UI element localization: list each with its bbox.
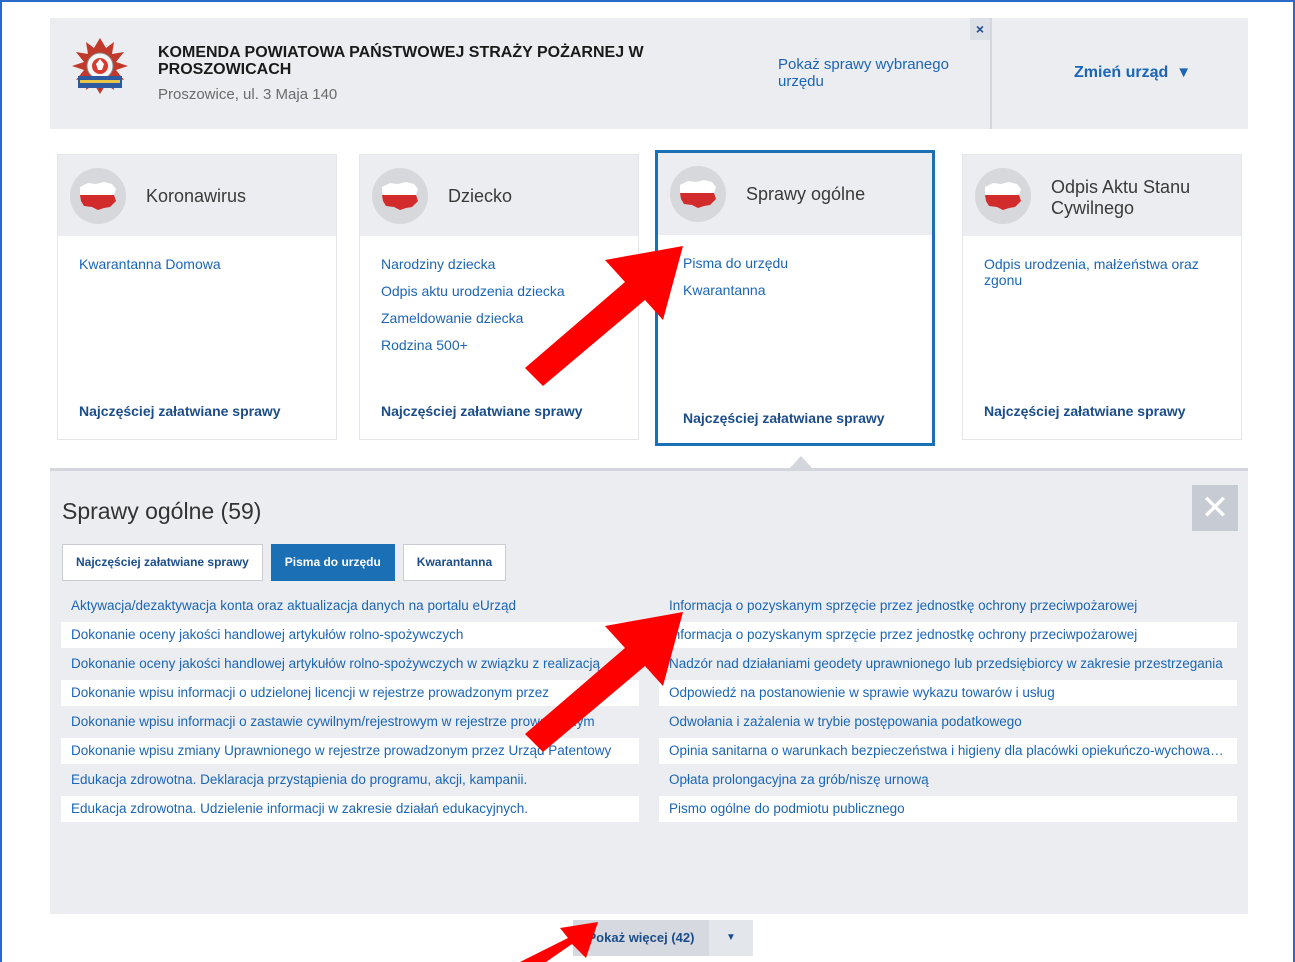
category-card-koronawirus[interactable]: Koronawirus Kwarantanna Domowa Najczęści… bbox=[57, 154, 337, 440]
card-header: Odpis Aktu Stanu Cywilnego bbox=[963, 155, 1241, 236]
card-footer-link[interactable]: Najczęściej załatwiane sprawy bbox=[683, 410, 885, 426]
annotation-arrow-1 bbox=[525, 246, 683, 386]
card-link[interactable]: Odpis urodzenia, małżeństwa oraz zgonu bbox=[984, 256, 1224, 288]
close-office-button[interactable]: × bbox=[970, 18, 990, 40]
card-link[interactable]: Kwarantanna Domowa bbox=[79, 256, 319, 272]
filter-tabs: Najczęściej załatwiane sprawy Pisma do u… bbox=[62, 544, 507, 581]
poland-map-icon bbox=[372, 168, 428, 224]
poland-map-icon bbox=[670, 166, 726, 222]
list-item[interactable]: Nadzór nad działaniami geodety uprawnion… bbox=[659, 651, 1237, 677]
list-item[interactable]: Odpowiedź na postanowienie w sprawie wyk… bbox=[659, 680, 1237, 706]
list-item[interactable]: Edukacja zdrowotna. Udzielenie informacj… bbox=[61, 796, 639, 822]
list-item[interactable]: Informacja o pozyskanym sprzęcie przez j… bbox=[659, 593, 1237, 619]
triangle-down-icon: ▼ bbox=[1176, 64, 1192, 81]
list-item[interactable]: Opłata prolongacyjna za grób/niszę urnow… bbox=[659, 767, 1237, 793]
list-item[interactable]: Edukacja zdrowotna. Deklaracja przystąpi… bbox=[61, 767, 639, 793]
card-header: Dziecko bbox=[360, 155, 638, 236]
tab-najczesciej[interactable]: Najczęściej załatwiane sprawy bbox=[62, 544, 263, 581]
show-office-cases-link[interactable]: Pokaż sprawy wybranego urzędu bbox=[778, 56, 978, 90]
card-title: Koronawirus bbox=[146, 186, 247, 206]
card-title: Odpis Aktu Stanu Cywilnego bbox=[1051, 177, 1191, 218]
office-header: KOMENDA POWIATOWA PAŃSTWOWEJ STRAŻY POŻA… bbox=[50, 18, 1248, 129]
card-footer-link[interactable]: Najczęściej załatwiane sprawy bbox=[79, 403, 281, 419]
tab-pisma-do-urzedu[interactable]: Pisma do urzędu bbox=[270, 544, 395, 581]
office-address: Proszowice, ul. 3 Maja 140 bbox=[158, 86, 338, 103]
fire-brigade-crest-logo bbox=[70, 36, 130, 98]
close-panel-button[interactable]: ✕ bbox=[1192, 485, 1238, 531]
annotation-arrow-2 bbox=[525, 612, 683, 752]
card-footer-link[interactable]: Najczęściej załatwiane sprawy bbox=[381, 403, 583, 419]
list-item[interactable]: Opinia sanitarna o warunkach bezpieczeńs… bbox=[659, 738, 1237, 764]
card-link[interactable]: Pisma do urzędu bbox=[683, 255, 923, 271]
list-item[interactable]: Pismo ogólne do podmiotu publicznego bbox=[659, 796, 1237, 822]
header-divider bbox=[990, 18, 992, 129]
cases-list-right: Informacja o pozyskanym sprzęcie przez j… bbox=[659, 593, 1237, 825]
office-name: KOMENDA POWIATOWA PAŃSTWOWEJ STRAŻY POŻA… bbox=[158, 44, 644, 78]
tab-kwarantanna[interactable]: Kwarantanna bbox=[402, 544, 507, 581]
card-title: Dziecko bbox=[448, 186, 513, 206]
card-header: Koronawirus bbox=[58, 155, 336, 236]
category-card-sprawy-ogolne[interactable]: Sprawy ogólne Pisma do urzędu Kwarantann… bbox=[655, 150, 935, 446]
change-office-button[interactable]: Zmień urząd ▼ bbox=[1074, 64, 1191, 82]
chevron-down-icon[interactable]: ▼ bbox=[709, 920, 753, 956]
panel-pointer bbox=[790, 456, 812, 468]
change-office-label: Zmień urząd bbox=[1074, 64, 1169, 81]
category-card-odpis-aktu[interactable]: Odpis Aktu Stanu Cywilnego Odpis urodzen… bbox=[962, 154, 1242, 440]
poland-map-icon bbox=[975, 168, 1031, 224]
panel-title: Sprawy ogólne (59) bbox=[62, 498, 262, 524]
show-more-button[interactable]: Pokaż więcej (42) ▼ bbox=[573, 920, 753, 956]
annotation-arrow-3 bbox=[520, 922, 598, 962]
card-header: Sprawy ogólne bbox=[658, 153, 932, 235]
list-item[interactable]: Odwołania i zażalenia w trybie postępowa… bbox=[659, 709, 1237, 735]
card-title: Sprawy ogólne bbox=[746, 184, 866, 204]
poland-map-icon bbox=[70, 168, 126, 224]
card-link[interactable]: Kwarantanna bbox=[683, 282, 923, 298]
card-footer-link[interactable]: Najczęściej załatwiane sprawy bbox=[984, 403, 1186, 419]
list-item[interactable]: Informacja o pozyskanym sprzęcie przez j… bbox=[659, 622, 1237, 648]
